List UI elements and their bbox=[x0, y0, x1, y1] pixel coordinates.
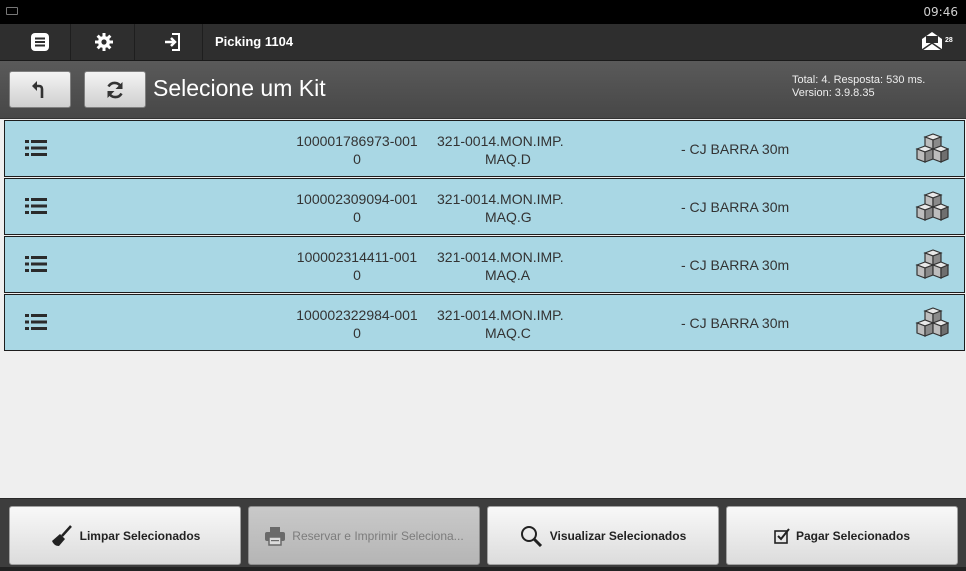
version-label: Version: 3.9.8.35 bbox=[792, 87, 875, 99]
refresh-button[interactable] bbox=[84, 71, 146, 108]
kit-description: - CJ BARRA 30m bbox=[681, 315, 790, 331]
kit-number-line2: 0 bbox=[353, 267, 361, 283]
kit-code-line1: 321-0014.MON.IMP. bbox=[437, 133, 564, 149]
list-icon bbox=[31, 33, 49, 51]
messages-badge: 28 bbox=[945, 37, 953, 44]
list-bullets-icon[interactable] bbox=[25, 197, 47, 215]
boxes-icon[interactable] bbox=[915, 191, 949, 223]
kit-number: 100002309094-001 0 bbox=[277, 190, 437, 226]
clear-selected-label: Limpar Selecionados bbox=[79, 528, 201, 543]
kit-code-line2: MAQ.D bbox=[485, 151, 531, 167]
pay-selected-label: Pagar Selecionados bbox=[795, 528, 911, 543]
kit-code: 321-0014.MON.IMP. MAQ.C bbox=[437, 306, 637, 342]
kit-code-line2: MAQ.C bbox=[485, 325, 531, 341]
undo-icon bbox=[32, 80, 44, 98]
printer-icon bbox=[265, 526, 286, 546]
kit-list: 100001786973-001 0 321-0014.MON.IMP. MAQ… bbox=[4, 120, 965, 352]
view-selected-label: Visualizar Selecionados bbox=[549, 528, 687, 543]
kit-row[interactable]: 100002322984-001 0 321-0014.MON.IMP. MAQ… bbox=[4, 294, 965, 351]
page-header: Selecione um Kit Total: 4. Resposta: 530… bbox=[0, 61, 966, 119]
kit-number-line1: 100002314411-001 bbox=[296, 249, 418, 265]
response-summary: Total: 4. Resposta: 530 ms. bbox=[792, 74, 926, 86]
gear-icon bbox=[95, 33, 113, 51]
kit-number-line2: 0 bbox=[353, 209, 361, 225]
kit-code-line1: 321-0014.MON.IMP. bbox=[437, 307, 564, 323]
clock: 09:46 bbox=[923, 5, 958, 19]
kit-number-line1: 100002322984-001 bbox=[296, 307, 418, 323]
reserve-print-label: Reservar e Imprimir Seleciona... bbox=[292, 528, 464, 543]
kit-row[interactable]: 100002314411-001 0 321-0014.MON.IMP. MAQ… bbox=[4, 236, 965, 293]
toolbar-title: Picking 1104 bbox=[215, 34, 294, 49]
top-toolbar: Picking 1104 28 bbox=[0, 24, 966, 61]
action-bar: Limpar Selecionados Reservar e Imprimir … bbox=[0, 498, 966, 571]
kit-number-line1: 100001786973-001 bbox=[296, 133, 418, 149]
kit-row[interactable]: 100001786973-001 0 321-0014.MON.IMP. MAQ… bbox=[4, 120, 965, 177]
view-selected-button[interactable]: Visualizar Selecionados bbox=[487, 506, 719, 565]
mail-icon bbox=[921, 32, 943, 51]
boxes-icon[interactable] bbox=[915, 249, 949, 281]
menu-button[interactable] bbox=[10, 24, 71, 60]
kit-code: 321-0014.MON.IMP. MAQ.A bbox=[437, 248, 637, 284]
kit-description: - CJ BARRA 30m bbox=[681, 257, 790, 273]
response-info: Total: 4. Resposta: 530 ms. Version: 3.9… bbox=[792, 74, 925, 100]
kit-code-line1: 321-0014.MON.IMP. bbox=[437, 191, 564, 207]
kit-row[interactable]: 100002309094-001 0 321-0014.MON.IMP. MAQ… bbox=[4, 178, 965, 235]
app-window: 09:46 Picking 1104 28 Selecione um Kit T… bbox=[0, 0, 966, 571]
kit-code-line2: MAQ.A bbox=[485, 267, 531, 283]
reserve-print-button[interactable]: Reservar e Imprimir Seleciona... bbox=[248, 506, 480, 565]
boxes-icon[interactable] bbox=[915, 307, 949, 339]
list-bullets-icon[interactable] bbox=[25, 139, 47, 157]
checkbox-icon bbox=[774, 527, 790, 544]
login-button[interactable] bbox=[142, 24, 203, 60]
boxes-icon[interactable] bbox=[915, 133, 949, 165]
kit-description: - CJ BARRA 30m bbox=[681, 199, 790, 215]
kit-number: 100002314411-001 0 bbox=[277, 248, 437, 284]
broom-icon bbox=[51, 524, 72, 546]
login-icon bbox=[165, 33, 180, 51]
pay-selected-button[interactable]: Pagar Selecionados bbox=[726, 506, 958, 565]
keyboard-icon bbox=[6, 7, 18, 15]
kit-code-line2: MAQ.G bbox=[485, 209, 532, 225]
kit-code: 321-0014.MON.IMP. MAQ.D bbox=[437, 132, 637, 168]
magnifier-icon bbox=[520, 525, 542, 547]
kit-number: 100001786973-001 0 bbox=[277, 132, 437, 168]
kit-number-line2: 0 bbox=[353, 151, 361, 167]
kit-code: 321-0014.MON.IMP. MAQ.G bbox=[437, 190, 637, 226]
list-bullets-icon[interactable] bbox=[25, 313, 47, 331]
kit-description: - CJ BARRA 30m bbox=[681, 141, 790, 157]
bottom-edge bbox=[0, 567, 966, 571]
messages-button[interactable]: 28 bbox=[920, 30, 956, 54]
kit-number-line2: 0 bbox=[353, 325, 361, 341]
clear-selected-button[interactable]: Limpar Selecionados bbox=[9, 506, 241, 565]
kit-number-line1: 100002309094-001 bbox=[296, 191, 418, 207]
kit-number: 100002322984-001 0 bbox=[277, 306, 437, 342]
status-bar: 09:46 bbox=[0, 0, 966, 24]
refresh-icon bbox=[107, 81, 123, 98]
settings-button[interactable] bbox=[74, 24, 135, 60]
list-bullets-icon[interactable] bbox=[25, 255, 47, 273]
page-title: Selecione um Kit bbox=[153, 75, 326, 101]
kit-code-line1: 321-0014.MON.IMP. bbox=[437, 249, 564, 265]
back-button[interactable] bbox=[9, 71, 71, 108]
